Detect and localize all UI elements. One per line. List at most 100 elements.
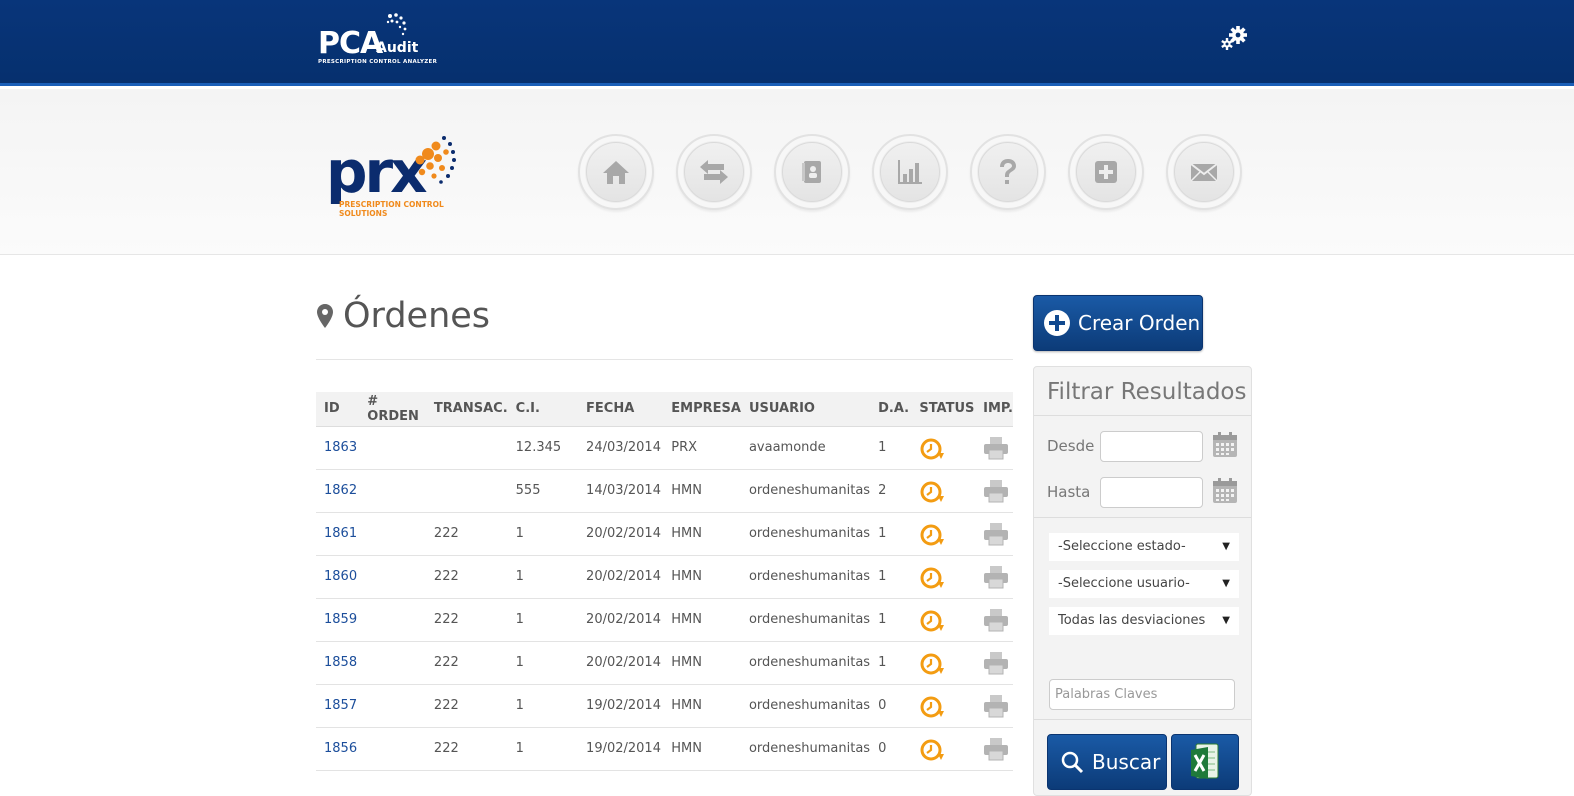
cell-empresa: HMN bbox=[663, 684, 741, 728]
cell-id[interactable]: 1861 bbox=[316, 512, 360, 556]
table-row[interactable]: 1862 555 14/03/2014 HMN ordeneshumanitas 2 bbox=[316, 469, 1013, 513]
table-row[interactable]: 1860 222 1 20/02/2014 HMN ordeneshumanitas 1 bbox=[316, 555, 1013, 599]
cell-fecha: 20/02/2014 bbox=[578, 598, 664, 642]
cell-da: 1 bbox=[870, 512, 912, 556]
filter-title: Filtrar Resultados bbox=[1047, 379, 1247, 405]
transfer-arrows-icon bbox=[700, 160, 728, 184]
orders-table: ID # ORDEN TRANSAC. C.I. FECHA EMPRESA U… bbox=[316, 392, 1013, 771]
cell-print bbox=[975, 684, 1013, 728]
cell-status bbox=[911, 684, 976, 728]
cell-usuario: ordeneshumanitas bbox=[740, 512, 871, 556]
printer-icon[interactable] bbox=[983, 694, 1009, 722]
cell-fecha: 24/03/2014 bbox=[578, 426, 664, 470]
clock-refresh-icon[interactable] bbox=[919, 565, 945, 595]
desviaciones-select[interactable]: Todas las desviaciones ▼ bbox=[1049, 607, 1239, 635]
cell-da: 0 bbox=[870, 727, 912, 771]
excel-export-icon bbox=[1191, 743, 1219, 779]
printer-icon[interactable] bbox=[983, 608, 1009, 636]
cell-id[interactable]: 1857 bbox=[316, 684, 360, 728]
table-row[interactable]: 1857 222 1 19/02/2014 HMN ordeneshumanitas 0 bbox=[316, 684, 1013, 728]
col-orden[interactable]: # ORDEN bbox=[359, 392, 426, 427]
table-row[interactable]: 1861 222 1 20/02/2014 HMN ordeneshumanitas 1 bbox=[316, 512, 1013, 556]
cell-empresa: HMN bbox=[663, 469, 741, 513]
cell-transac: 222 bbox=[425, 641, 508, 685]
clock-refresh-icon[interactable] bbox=[919, 737, 945, 767]
col-status[interactable]: STATUS bbox=[911, 392, 976, 427]
printer-icon[interactable] bbox=[983, 522, 1009, 550]
printer-icon[interactable] bbox=[983, 651, 1009, 679]
col-ci[interactable]: C.I. bbox=[507, 392, 579, 427]
excel-export-button[interactable] bbox=[1171, 734, 1239, 790]
prx-company-logo: prx PRESCRIPTION CONTROL SOLUTIONS bbox=[326, 132, 466, 222]
col-usuario[interactable]: USUARIO bbox=[740, 392, 871, 427]
cell-print bbox=[975, 512, 1013, 556]
hasta-calendar-icon[interactable] bbox=[1212, 477, 1238, 505]
col-id[interactable]: ID bbox=[316, 392, 360, 427]
cell-da: 2 bbox=[870, 469, 912, 513]
printer-icon[interactable] bbox=[983, 436, 1009, 464]
table-row[interactable]: 1859 222 1 20/02/2014 HMN ordeneshumanitas 1 bbox=[316, 598, 1013, 642]
buscar-button[interactable]: Buscar bbox=[1047, 734, 1167, 790]
col-transac[interactable]: TRANSAC. bbox=[425, 392, 508, 427]
col-fecha[interactable]: FECHA bbox=[578, 392, 664, 427]
filter-divider bbox=[1034, 517, 1251, 518]
settings-gears-icon[interactable] bbox=[1219, 24, 1249, 56]
usuario-select[interactable]: -Seleccione usuario- ▼ bbox=[1049, 570, 1239, 598]
usuario-selected: -Seleccione usuario- bbox=[1058, 576, 1190, 591]
pca-audit-logo[interactable]: PCA Audit PRESCRIPTION CONTROL ANALYZER bbox=[318, 12, 437, 68]
nav-home-button[interactable] bbox=[578, 134, 654, 210]
cell-da: 1 bbox=[870, 641, 912, 685]
desde-date-input[interactable] bbox=[1100, 431, 1203, 462]
clock-refresh-icon[interactable] bbox=[919, 522, 945, 552]
cell-id[interactable]: 1860 bbox=[316, 555, 360, 599]
cell-da: 1 bbox=[870, 555, 912, 599]
estado-select[interactable]: -Seleccione estado- ▼ bbox=[1049, 533, 1239, 561]
table-row[interactable]: 1863 12.345 24/03/2014 PRX avaamonde 1 bbox=[316, 426, 1013, 470]
desde-calendar-icon[interactable] bbox=[1212, 431, 1238, 459]
nav-contacts-button[interactable] bbox=[774, 134, 850, 210]
table-row[interactable]: 1856 222 1 19/02/2014 HMN ordeneshumanitas 0 bbox=[316, 727, 1013, 771]
cell-print bbox=[975, 426, 1013, 470]
keywords-input[interactable]: Palabras Claves bbox=[1049, 679, 1235, 710]
clock-refresh-icon[interactable] bbox=[919, 651, 945, 681]
filter-panel: Filtrar Resultados Desde Hasta -Seleccio… bbox=[1033, 366, 1252, 796]
prx-dots-icon bbox=[415, 136, 456, 184]
col-da[interactable]: D.A. bbox=[870, 392, 912, 427]
hasta-date-input[interactable] bbox=[1100, 477, 1203, 508]
cell-ci: 1 bbox=[507, 512, 579, 556]
cell-fecha: 20/02/2014 bbox=[578, 555, 664, 599]
clock-refresh-icon[interactable] bbox=[919, 694, 945, 724]
nav-reports-button[interactable] bbox=[872, 134, 948, 210]
col-imp[interactable]: IMP. bbox=[975, 392, 1013, 427]
cell-id[interactable]: 1863 bbox=[316, 426, 360, 470]
nav-medical-button[interactable] bbox=[1068, 134, 1144, 210]
nav-help-button[interactable] bbox=[970, 134, 1046, 210]
clock-refresh-icon[interactable] bbox=[919, 608, 945, 638]
clock-refresh-icon[interactable] bbox=[919, 436, 945, 466]
cell-id[interactable]: 1862 bbox=[316, 469, 360, 513]
cell-da: 1 bbox=[870, 598, 912, 642]
cell-usuario: ordeneshumanitas bbox=[740, 598, 871, 642]
cell-usuario: avaamonde bbox=[740, 426, 871, 470]
nav-transfer-button[interactable] bbox=[676, 134, 752, 210]
cell-id[interactable]: 1856 bbox=[316, 727, 360, 771]
cell-status bbox=[911, 598, 976, 642]
filter-divider bbox=[1034, 719, 1251, 720]
clock-refresh-icon[interactable] bbox=[919, 479, 945, 509]
printer-icon[interactable] bbox=[983, 737, 1009, 765]
cell-id[interactable]: 1858 bbox=[316, 641, 360, 685]
desviaciones-selected: Todas las desviaciones bbox=[1058, 613, 1206, 628]
cell-id[interactable]: 1859 bbox=[316, 598, 360, 642]
printer-icon[interactable] bbox=[983, 479, 1009, 507]
plus-circle-icon bbox=[1044, 310, 1070, 336]
col-empresa[interactable]: EMPRESA bbox=[663, 392, 741, 427]
cell-status bbox=[911, 555, 976, 599]
printer-icon[interactable] bbox=[983, 565, 1009, 593]
table-row[interactable]: 1858 222 1 20/02/2014 HMN ordeneshumanitas 1 bbox=[316, 641, 1013, 685]
cell-orden bbox=[359, 426, 426, 470]
brand-main: PCA bbox=[318, 26, 383, 61]
cell-status bbox=[911, 512, 976, 556]
crear-orden-button[interactable]: Crear Orden bbox=[1033, 295, 1203, 351]
cell-orden bbox=[359, 469, 426, 513]
nav-mail-button[interactable] bbox=[1166, 134, 1242, 210]
